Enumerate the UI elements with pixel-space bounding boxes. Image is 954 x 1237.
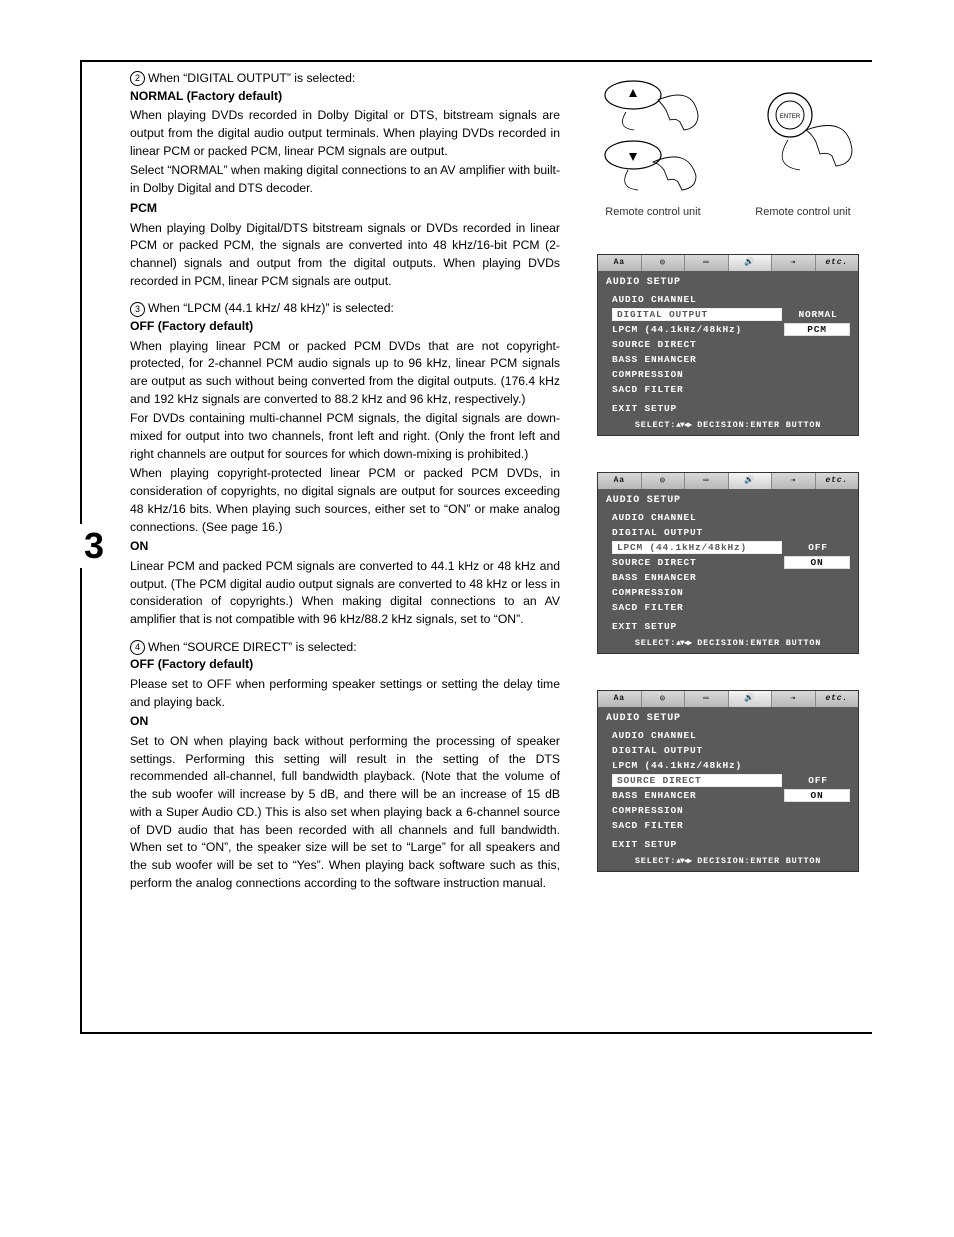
tab-lang-icon: Aa (598, 255, 642, 271)
remote-label-right: Remote control unit (738, 206, 868, 218)
osd-item-bass-enhancer: BASS ENHANCER (612, 354, 850, 365)
section4-lead: When “SOURCE DIRECT” is selected: (148, 639, 560, 657)
circled-3-icon: 3 (130, 302, 145, 317)
svg-text:ENTER: ENTER (780, 114, 801, 120)
osd-exit: EXIT SETUP (606, 615, 850, 634)
right-column: Remote control unit ENTER Remote control… (588, 70, 868, 908)
tab-rating-icon: ⇢ (772, 255, 816, 271)
s3-on-p1: Linear PCM and packed PCM signals are co… (130, 558, 560, 629)
osd-item-compression: COMPRESSION (612, 805, 850, 816)
osd-title: AUDIO SETUP (606, 275, 850, 292)
s4-on-p1: Set to ON when playing back without perf… (130, 733, 560, 892)
osd-source-direct: Aa ◎ ▭ 🔊 ⇢ etc. AUDIO SETUP AUDIO CHANNE… (597, 690, 859, 872)
tab-audio-icon: 🔊 (729, 473, 773, 489)
osd-tabs: Aa ◎ ▭ 🔊 ⇢ etc. (598, 255, 858, 271)
s4-off-title: OFF (Factory default) (130, 656, 560, 674)
s4-off-p1: Please set to OFF when performing speake… (130, 676, 560, 711)
remote-enter-icon: ENTER (748, 70, 858, 200)
osd-item-lpcm: LPCM (44.1kHz/48kHz) (612, 760, 850, 771)
tab-audio-icon: 🔊 (729, 691, 773, 707)
tab-disc-icon: ◎ (642, 255, 686, 271)
osd-item-digital-output: DIGITAL OUTPUT (612, 745, 850, 756)
section3-lead: When “LPCM (44.1 kHz/ 48 kHz)” is select… (148, 300, 560, 318)
remote-label-left: Remote control unit (588, 206, 718, 218)
normal-title: NORMAL (Factory default) (130, 88, 560, 106)
s3-off-title: OFF (Factory default) (130, 318, 560, 336)
tab-lang-icon: Aa (598, 473, 642, 489)
osd-item-bass-enhancer: BASS ENHANCER (612, 572, 850, 583)
tab-audio-icon: 🔊 (729, 255, 773, 271)
s3-off-p3: When playing copyright-protected linear … (130, 465, 560, 536)
tab-video-icon: ▭ (685, 255, 729, 271)
osd-item-audio-channel: AUDIO CHANNEL (612, 512, 850, 523)
osd-item-digital-output: DIGITAL OUTPUT (612, 527, 850, 538)
normal-p2: Select “NORMAL” when making digital conn… (130, 162, 560, 197)
osd-item-lpcm: LPCM (44.1kHz/48kHz) (612, 324, 780, 335)
remote-arrows-icon (598, 70, 708, 200)
osd-item-source-direct: SOURCE DIRECT (612, 557, 780, 568)
osd-item-digital-output: DIGITAL OUTPUT (612, 308, 782, 321)
osd-item-source-direct: SOURCE DIRECT (612, 339, 850, 350)
osd-value-pcm: PCM (784, 323, 850, 336)
tab-video-icon: ▭ (685, 691, 729, 707)
osd-title: AUDIO SETUP (606, 493, 850, 510)
osd-item-audio-channel: AUDIO CHANNEL (612, 294, 850, 305)
osd-digital-output: Aa ◎ ▭ 🔊 ⇢ etc. AUDIO SETUP AUDIO CHANNE… (597, 254, 859, 436)
osd-item-bass-enhancer: BASS ENHANCER (612, 790, 780, 801)
tab-disc-icon: ◎ (642, 473, 686, 489)
osd-tabs: Aa ◎ ▭ 🔊 ⇢ etc. (598, 473, 858, 489)
s4-on-title: ON (130, 713, 560, 731)
osd-title: AUDIO SETUP (606, 711, 850, 728)
tab-rating-icon: ⇢ (772, 473, 816, 489)
osd-item-compression: COMPRESSION (612, 369, 850, 380)
osd-exit: EXIT SETUP (606, 833, 850, 852)
circled-2-icon: 2 (130, 71, 145, 86)
s3-off-p2: For DVDs containing multi-channel PCM si… (130, 410, 560, 463)
osd-value-off: OFF (786, 775, 850, 786)
frame-bottom (80, 1032, 872, 1034)
osd-value-off: OFF (786, 542, 850, 553)
tab-video-icon: ▭ (685, 473, 729, 489)
osd-item-sacd-filter: SACD FILTER (612, 602, 850, 613)
osd-value-normal: NORMAL (786, 309, 850, 320)
osd-value-on: ON (784, 789, 850, 802)
s3-on-title: ON (130, 538, 560, 556)
osd-item-audio-channel: AUDIO CHANNEL (612, 730, 850, 741)
tab-lang-icon: Aa (598, 691, 642, 707)
osd-lpcm: Aa ◎ ▭ 🔊 ⇢ etc. AUDIO SETUP AUDIO CHANNE… (597, 472, 859, 654)
step-number: 3 (78, 524, 110, 568)
osd-item-sacd-filter: SACD FILTER (612, 384, 850, 395)
osd-item-sacd-filter: SACD FILTER (612, 820, 850, 831)
tab-disc-icon: ◎ (642, 691, 686, 707)
body-text: 2 When “DIGITAL OUTPUT” is selected: NOR… (130, 70, 560, 894)
osd-exit: EXIT SETUP (606, 397, 850, 416)
normal-p1: When playing DVDs recorded in Dolby Digi… (130, 107, 560, 160)
section2-lead: When “DIGITAL OUTPUT” is selected: (148, 70, 560, 88)
osd-item-compression: COMPRESSION (612, 587, 850, 598)
osd-footer: SELECT:▲▼◀▶ DECISION:ENTER BUTTON (598, 418, 858, 435)
osd-tabs: Aa ◎ ▭ 🔊 ⇢ etc. (598, 691, 858, 707)
pcm-title: PCM (130, 200, 560, 218)
tab-rating-icon: ⇢ (772, 691, 816, 707)
s3-off-p1: When playing linear PCM or packed PCM DV… (130, 338, 560, 409)
osd-item-lpcm: LPCM (44.1kHz/48kHz) (612, 541, 782, 554)
manual-page: 3 2 When “DIGITAL OUTPUT” is selected: N… (0, 0, 954, 1237)
osd-value-on: ON (784, 556, 850, 569)
tab-etc: etc. (816, 473, 859, 489)
osd-footer: SELECT:▲▼◀▶ DECISION:ENTER BUTTON (598, 854, 858, 871)
frame-top (80, 60, 872, 62)
osd-item-source-direct: SOURCE DIRECT (612, 774, 782, 787)
pcm-p1: When playing Dolby Digital/DTS bitstream… (130, 220, 560, 291)
tab-etc: etc. (816, 255, 859, 271)
tab-etc: etc. (816, 691, 859, 707)
circled-4-icon: 4 (130, 640, 145, 655)
osd-footer: SELECT:▲▼◀▶ DECISION:ENTER BUTTON (598, 636, 858, 653)
